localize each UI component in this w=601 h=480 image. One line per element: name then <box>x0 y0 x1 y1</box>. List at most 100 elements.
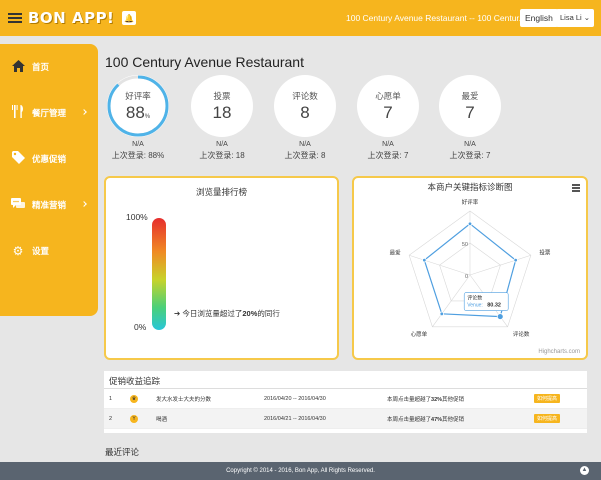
stat-last-login: 上次登录: 7 <box>367 151 409 160</box>
bell-icon[interactable]: 🔔 <box>122 11 137 25</box>
stat-na: N/A <box>382 141 394 148</box>
sidebar-item-promotions[interactable]: 优惠促销 <box>0 136 98 182</box>
improve-button[interactable]: 如何提高 <box>534 414 561 423</box>
stat-last-login: 上次登录: 18 <box>199 151 245 160</box>
row-rank: 2 <box>109 415 113 422</box>
gauge-bottom-label: 0% <box>134 322 147 332</box>
radar-spoke <box>409 254 471 276</box>
copyright-text: Copyright © 2014 - 2016, Bon App, All Ri… <box>226 468 375 474</box>
user-name: Lisa Li <box>560 13 582 22</box>
stat-value: 18 <box>212 102 232 122</box>
stat-rating: 好评率 88% N/A 上次登录: 88% <box>107 75 169 161</box>
restaurant-select[interactable]: 100 Century Avenue Restaurant -- 100 Cen… <box>346 13 534 23</box>
footer: Copyright © 2014 - 2016, Bon App, All Ri… <box>0 462 601 480</box>
gauge-top-label: 100% <box>126 212 148 222</box>
promo-note-value: 47% <box>431 416 443 423</box>
sidebar-item-marketing[interactable]: 精准营销 <box>0 182 98 228</box>
radar-spoke <box>469 254 531 276</box>
radar-tick-label: 50 <box>462 242 468 248</box>
scroll-top-icon[interactable]: ▲ <box>580 466 589 475</box>
stat-circle: 评论数 8 <box>274 75 336 137</box>
stat-reviews: 评论数 8 N/A 上次登录: 8 <box>274 75 336 161</box>
radar-data-point <box>513 257 518 263</box>
table-row: 2 Y 喝酒 2016/04/21 -- 2016/04/30 本周点击量超越了… <box>104 409 587 429</box>
radar-data-point <box>422 257 427 263</box>
promo-note: 本周点击量超越了32%其他促销 <box>387 395 464 403</box>
promo-dates: 2016/04/20 -- 2016/04/30 <box>264 395 326 402</box>
promo-name[interactable]: 发大水发士大夫的分数 <box>156 395 211 403</box>
sidebar: 首页 餐厅管理 优惠促销 精准营销 ⚙ 设置 <box>0 44 98 316</box>
rating-progress-ring <box>107 75 169 137</box>
menu-toggle-icon[interactable] <box>8 13 22 23</box>
stat-na: N/A <box>216 141 228 148</box>
sidebar-item-settings[interactable]: ⚙ 设置 <box>0 228 98 274</box>
rating-progress-arc <box>107 75 169 137</box>
sidebar-item-home[interactable]: 首页 <box>0 44 98 90</box>
radar-chart-card: 本商户关键指标诊断图 0 50 好评率 投票 评论数 心愿单 最爱 评论数 Venue: 80.3… <box>352 176 588 360</box>
promo-note-prefix: 本周点击量超越了 <box>387 416 432 423</box>
stat-last-login: 上次登录: 7 <box>449 151 491 160</box>
tooltip-category: 评论数 <box>467 295 482 302</box>
radar-tooltip: 评论数Venue: 80.32 <box>463 292 509 311</box>
cutlery-icon <box>10 105 26 121</box>
promo-note-suffix: 其他促销 <box>442 396 465 403</box>
top-bar: BON APP! 🔔 100 Century Avenue Restaurant… <box>0 0 601 36</box>
radar-data-point <box>439 311 444 317</box>
stat-circle: 好评率 88% <box>107 75 169 137</box>
stat-label: 心愿单 <box>375 90 401 101</box>
tooltip-value: 80.32 <box>487 303 501 309</box>
chat-icon <box>10 197 26 213</box>
radar-category-label: 心愿单 <box>411 330 428 338</box>
stat-favorites: 最爱 7 N/A 上次登录: 7 <box>439 75 501 161</box>
radar-category-label: 最爱 <box>390 248 402 256</box>
promo-note-suffix: 其他促销 <box>442 416 465 423</box>
stat-value: 8 <box>300 102 310 122</box>
stat-label: 投票 <box>213 90 231 101</box>
promo-note-prefix: 本周点击量超越了 <box>387 396 432 403</box>
stat-na: N/A <box>132 141 144 148</box>
sidebar-item-label: 首页 <box>32 62 50 72</box>
chevron-right-icon <box>81 109 87 115</box>
stat-last-login: 上次登录: 88% <box>111 151 165 160</box>
sidebar-item-label: 精准营销 <box>32 200 67 210</box>
gear-icon: ⚙ <box>12 244 24 258</box>
radar-category-label: 评论数 <box>513 330 530 338</box>
radar-category-label: 好评率 <box>462 198 479 206</box>
stat-wishlist: 心愿单 7 N/A 上次登录: 7 <box>357 75 419 161</box>
app-logo[interactable]: BON APP! <box>28 9 114 27</box>
promo-dates: 2016/04/21 -- 2016/04/30 <box>264 415 326 422</box>
stat-circle: 投票 18 <box>191 75 253 137</box>
improve-button[interactable]: 如何提高 <box>534 394 561 403</box>
chevron-down-icon: ⌄ <box>583 13 591 22</box>
sidebar-item-restaurant[interactable]: 餐厅管理 <box>0 90 98 136</box>
promo-tracking-table: 促销收益追踪 1 ♛ 发大水发士大夫的分数 2016/04/20 -- 2016… <box>104 371 587 433</box>
cocktail-icon: Y <box>130 414 138 423</box>
radar-data-point <box>467 221 473 226</box>
table-row: 1 ♛ 发大水发士大夫的分数 2016/04/20 -- 2016/04/30 … <box>104 389 587 409</box>
sidebar-item-label: 设置 <box>32 246 50 256</box>
trophy-icon: ♛ <box>130 394 138 403</box>
stat-circle: 最爱 7 <box>439 75 501 137</box>
sidebar-item-label: 优惠促销 <box>32 154 67 164</box>
row-rank: 1 <box>109 395 113 402</box>
card-title: 浏览量排行榜 <box>195 187 247 197</box>
gauge-note-prefix: 今日浏览量超过了 <box>182 309 243 318</box>
promo-note: 本周点击量超越了47%其他促销 <box>387 415 464 423</box>
gauge-note-suffix: 的同行 <box>257 309 280 318</box>
stat-value: 7 <box>465 102 475 122</box>
language-button[interactable]: English <box>520 9 558 27</box>
stat-value: 7 <box>383 102 393 122</box>
chart-menu-icon[interactable] <box>572 184 580 192</box>
table-title: 促销收益追踪 <box>104 371 587 389</box>
chart-credit[interactable]: Highcharts.com <box>538 349 580 355</box>
promo-name[interactable]: 喝酒 <box>156 415 167 423</box>
stat-na: N/A <box>299 141 311 148</box>
tooltip-series: Venue: <box>467 303 483 309</box>
stat-last-login: 上次登录: 8 <box>284 151 326 160</box>
stat-circle: 心愿单 7 <box>357 75 419 137</box>
recent-reviews-heading: 最近评论 <box>105 447 140 457</box>
page-title: 100 Century Avenue Restaurant <box>105 54 304 70</box>
radar-tick-label: 0 <box>465 274 468 280</box>
home-icon <box>10 59 26 75</box>
user-menu-button[interactable]: Lisa Li ⌄ <box>556 9 595 27</box>
